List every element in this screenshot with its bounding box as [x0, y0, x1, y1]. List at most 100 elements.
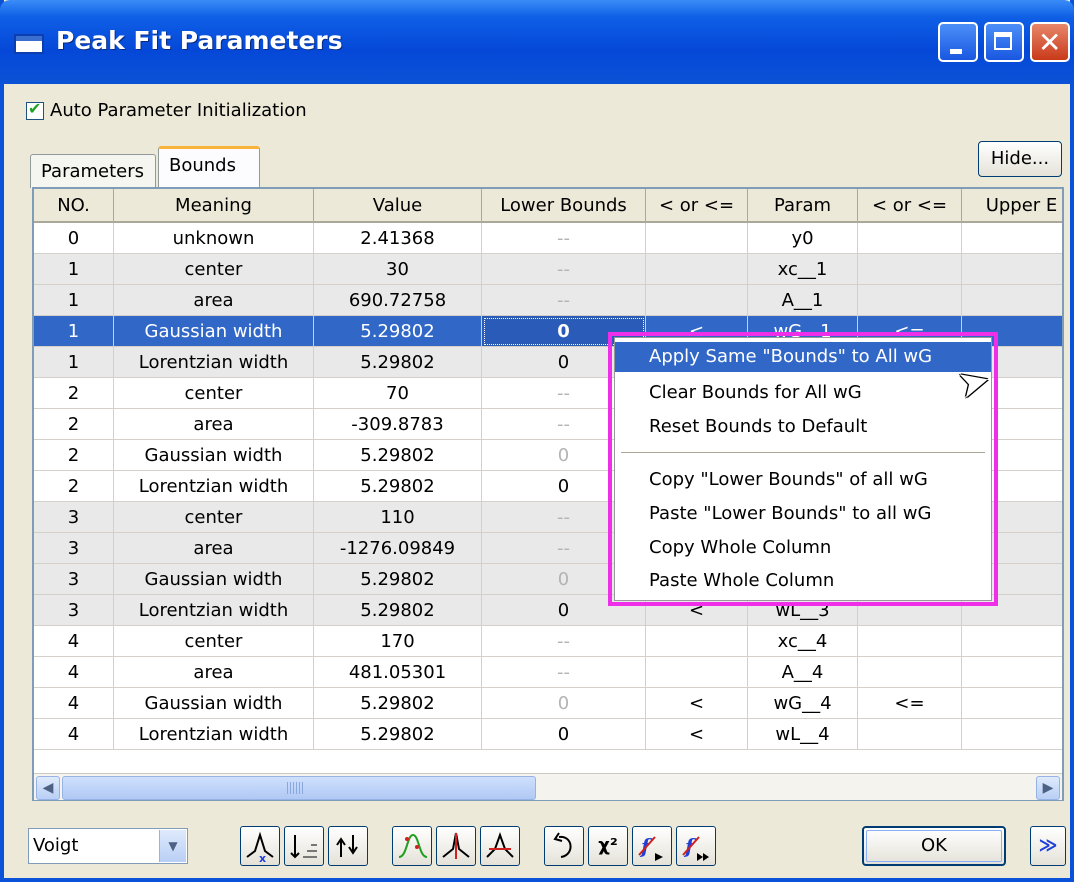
menu-copy-whole-column[interactable]: Copy Whole Column: [615, 533, 991, 563]
cell-lower-op[interactable]: [646, 223, 748, 254]
column-header-param[interactable]: Param: [748, 189, 858, 223]
cell-lower-op[interactable]: <: [646, 688, 748, 719]
fit-until-converged-button[interactable]: f: [676, 826, 716, 866]
cell-meaning[interactable]: area: [114, 285, 314, 316]
cell-no[interactable]: 1: [34, 316, 114, 347]
cell-meaning[interactable]: Lorentzian width: [114, 471, 314, 502]
tab-parameters[interactable]: Parameters: [30, 154, 156, 188]
chevron-down-icon[interactable]: ▼: [159, 830, 186, 862]
cell-value[interactable]: 170: [314, 626, 482, 657]
menu-reset-bounds[interactable]: Reset Bounds to Default: [615, 412, 991, 442]
cell-meaning[interactable]: center: [114, 626, 314, 657]
cell-param[interactable]: xc__4: [748, 626, 858, 657]
cell-upper-op[interactable]: <=: [858, 688, 962, 719]
hide-button[interactable]: Hide...: [978, 141, 1062, 177]
cell-meaning[interactable]: Lorentzian width: [114, 595, 314, 626]
cell-lower-op[interactable]: [646, 626, 748, 657]
cell-upper-op[interactable]: [858, 719, 962, 750]
cell-upper-op[interactable]: [858, 657, 962, 688]
cell-upper-bounds[interactable]: 5: [962, 688, 1062, 719]
cell-no[interactable]: 2: [34, 471, 114, 502]
cell-meaning[interactable]: center: [114, 378, 314, 409]
cell-meaning[interactable]: Lorentzian width: [114, 347, 314, 378]
cell-no[interactable]: 4: [34, 626, 114, 657]
cell-value[interactable]: 110: [314, 502, 482, 533]
cell-lower-op[interactable]: [646, 285, 748, 316]
column-header-lower-op[interactable]: < or <=: [646, 189, 748, 223]
cell-lower-bounds[interactable]: --: [482, 626, 646, 657]
cell-upper-bounds[interactable]: --: [962, 657, 1062, 688]
table-row[interactable]: 1area690.72758--A__1--: [34, 285, 1062, 316]
cell-lower-bounds[interactable]: 0: [482, 719, 646, 750]
cell-param[interactable]: y0: [748, 223, 858, 254]
cell-no[interactable]: 3: [34, 595, 114, 626]
title-bar[interactable]: Peak Fit Parameters: [0, 0, 1074, 84]
ok-button[interactable]: OK: [862, 826, 1006, 866]
scroll-left-button[interactable]: ◀: [36, 776, 60, 800]
column-header-meaning[interactable]: Meaning: [114, 189, 314, 223]
cell-meaning[interactable]: Lorentzian width: [114, 719, 314, 750]
cell-param[interactable]: A__4: [748, 657, 858, 688]
cell-no[interactable]: 1: [34, 285, 114, 316]
menu-clear-bounds[interactable]: Clear Bounds for All wG: [615, 378, 991, 408]
cell-upper-op[interactable]: [858, 254, 962, 285]
column-header-upper-bounds[interactable]: Upper E: [962, 189, 1062, 223]
table-row[interactable]: 4center170--xc__4--: [34, 626, 1062, 657]
menu-apply-same-bounds[interactable]: Apply Same "Bounds" to All wG: [615, 342, 991, 372]
cell-value[interactable]: 5.29802: [314, 564, 482, 595]
cell-upper-op[interactable]: [858, 223, 962, 254]
cell-value[interactable]: 5.29802: [314, 595, 482, 626]
cell-lower-bounds[interactable]: --: [482, 254, 646, 285]
cell-value[interactable]: 690.72758: [314, 285, 482, 316]
cell-param[interactable]: A__1: [748, 285, 858, 316]
cell-upper-bounds[interactable]: --: [962, 719, 1062, 750]
cell-lower-op[interactable]: [646, 254, 748, 285]
cell-value[interactable]: 5.29802: [314, 471, 482, 502]
cell-upper-bounds[interactable]: --: [962, 223, 1062, 254]
cell-value[interactable]: 2.41368: [314, 223, 482, 254]
cell-meaning[interactable]: area: [114, 533, 314, 564]
horizontal-scrollbar[interactable]: ◀ ▶: [34, 773, 1062, 800]
cell-param[interactable]: wL__4: [748, 719, 858, 750]
cell-no[interactable]: 3: [34, 533, 114, 564]
scroll-thumb[interactable]: [62, 776, 536, 800]
auto-init-row[interactable]: Auto Parameter Initialization: [26, 99, 307, 121]
cell-meaning[interactable]: Gaussian width: [114, 316, 314, 347]
cell-upper-bounds[interactable]: --: [962, 626, 1062, 657]
function-select[interactable]: Voigt ▼: [28, 828, 188, 864]
cell-meaning[interactable]: area: [114, 409, 314, 440]
maximize-button[interactable]: [984, 22, 1024, 62]
tab-bounds[interactable]: Bounds: [158, 146, 260, 188]
cell-meaning[interactable]: area: [114, 657, 314, 688]
sort-button[interactable]: [284, 826, 324, 866]
table-row[interactable]: 1center30--xc__1--: [34, 254, 1062, 285]
table-row[interactable]: 4area481.05301--A__4--: [34, 657, 1062, 688]
chi-square-button[interactable]: χ²: [588, 826, 628, 866]
table-row[interactable]: 0unknown2.41368--y0--: [34, 223, 1062, 254]
cell-no[interactable]: 4: [34, 688, 114, 719]
menu-copy-lower-bounds[interactable]: Copy "Lower Bounds" of all wG: [615, 465, 991, 495]
order-button[interactable]: [328, 826, 368, 866]
cell-value[interactable]: -309.8783: [314, 409, 482, 440]
cell-meaning[interactable]: Gaussian width: [114, 440, 314, 471]
cell-no[interactable]: 1: [34, 254, 114, 285]
cell-no[interactable]: 3: [34, 502, 114, 533]
iterate-button[interactable]: f: [632, 826, 672, 866]
cell-upper-bounds[interactable]: --: [962, 285, 1062, 316]
cell-upper-op[interactable]: [858, 285, 962, 316]
cell-no[interactable]: 4: [34, 657, 114, 688]
cell-upper-op[interactable]: [858, 626, 962, 657]
cell-value[interactable]: -1276.09849: [314, 533, 482, 564]
column-header-lower-bounds[interactable]: Lower Bounds: [482, 189, 646, 223]
cell-no[interactable]: 3: [34, 564, 114, 595]
menu-paste-lower-bounds[interactable]: Paste "Lower Bounds" to all wG: [615, 499, 991, 529]
peak-width-button[interactable]: [480, 826, 520, 866]
menu-paste-whole-column[interactable]: Paste Whole Column: [615, 566, 991, 596]
cell-meaning[interactable]: Gaussian width: [114, 564, 314, 595]
table-row[interactable]: 4Lorentzian width5.298020<wL__4 --: [34, 719, 1062, 750]
cell-lower-bounds[interactable]: --: [482, 223, 646, 254]
table-row[interactable]: 4Gaussian width5.298020<wG__4<=5: [34, 688, 1062, 719]
column-header-value[interactable]: Value: [314, 189, 482, 223]
cell-no[interactable]: 4: [34, 719, 114, 750]
cell-meaning[interactable]: center: [114, 502, 314, 533]
